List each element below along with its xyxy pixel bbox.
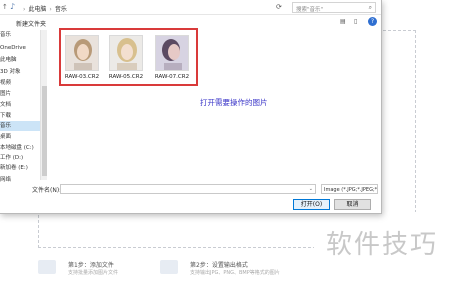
breadcrumb[interactable]: › 此电脑 › 音乐 xyxy=(20,4,67,13)
sidebar-item-pictures[interactable]: 图片 xyxy=(0,89,11,99)
search-input[interactable]: 搜索"音乐" ⌕ xyxy=(292,2,376,13)
help-icon[interactable]: ? xyxy=(368,17,377,26)
file-name[interactable]: RAW-05.CR2 xyxy=(106,74,146,80)
file-thumbnail[interactable] xyxy=(155,35,189,71)
search-placeholder: 搜索"音乐" xyxy=(296,7,324,13)
search-icon: ⌕ xyxy=(368,4,372,11)
instruction-annotation: 打开需要操作的图片 xyxy=(200,98,268,107)
sidebar-item-documents[interactable]: 文档 xyxy=(0,100,11,110)
file-thumbnail[interactable] xyxy=(109,35,143,71)
view-options-icon[interactable]: ▤ xyxy=(340,18,346,25)
step-2-desc: 支持输出JPG、PNG、BMP等格式的图片 xyxy=(190,270,280,276)
file-name[interactable]: RAW-07.CR2 xyxy=(152,74,192,80)
sidebar-item-drive-c[interactable]: 本地磁盘 (C:) xyxy=(0,143,34,153)
chevron-right-icon: › xyxy=(49,6,52,13)
chevron-down-icon[interactable]: ⌄ xyxy=(309,186,313,192)
music-note-icon: ♪ xyxy=(10,2,16,11)
up-arrow-icon[interactable]: ↑ xyxy=(2,3,8,11)
dialog-footer: 文件名(N): ⌄ Image (*.JPG;*.JPEG;*.PNG;*. 打… xyxy=(0,181,381,213)
file-type-select[interactable]: Image (*.JPG;*.JPEG;*.PNG;*. xyxy=(321,184,378,194)
sidebar-item-videos[interactable]: 视频 xyxy=(0,78,11,88)
portrait-image-icon xyxy=(156,36,188,70)
file-thumbnail[interactable] xyxy=(65,35,99,71)
sidebar-item-drive-e[interactable]: 新加卷 (E:) xyxy=(0,163,28,173)
address-bar: ↑ ♪ › 此电脑 › 音乐 ⟳ 搜索"音乐" ⌕ xyxy=(0,0,381,15)
output-format-icon xyxy=(160,260,178,274)
step-2-title: 第2步：设置输出格式 xyxy=(190,262,248,269)
open-file-dialog: ↑ ♪ › 此电脑 › 音乐 ⟳ 搜索"音乐" ⌕ 新建文件夹 ▤ ▯ ? 音乐 On… xyxy=(0,0,382,214)
sidebar-item-this-pc[interactable]: 此电脑 xyxy=(0,55,17,65)
watermark: 软件技巧 xyxy=(314,212,450,278)
sidebar-item-desktop[interactable]: 桌面 xyxy=(0,132,11,142)
sidebar-item-music-quick[interactable]: 音乐 xyxy=(0,30,11,40)
open-button[interactable]: 打开(O) xyxy=(293,199,330,210)
portrait-image-icon xyxy=(66,36,98,70)
sidebar-item-3d-objects[interactable]: 3D 对象 xyxy=(0,67,20,77)
sidebar-item-music[interactable]: 音乐 xyxy=(0,121,40,131)
sidebar-scrollbar[interactable] xyxy=(40,30,47,180)
filename-label: 文件名(N): xyxy=(32,187,62,194)
navigation-pane: 音乐 OneDrive 此电脑 3D 对象 视频 图片 文档 下载 音乐 桌面 … xyxy=(0,30,40,183)
new-folder-button[interactable]: 新建文件夹 xyxy=(16,19,46,28)
chevron-right-icon: › xyxy=(23,6,26,13)
filename-input[interactable]: ⌄ xyxy=(60,184,316,194)
breadcrumb-music[interactable]: 音乐 xyxy=(55,6,67,13)
preview-pane-icon[interactable]: ▯ xyxy=(354,18,357,25)
toolbar: 新建文件夹 ▤ ▯ ? xyxy=(0,16,381,28)
scrollbar-thumb[interactable] xyxy=(42,86,47,176)
sidebar-item-downloads[interactable]: 下载 xyxy=(0,111,11,121)
step-1-title: 第1步：添加文件 xyxy=(68,262,114,269)
step-1-desc: 支持批量添加图片文件 xyxy=(68,270,119,276)
sidebar-item-drive-d[interactable]: 工作 (D:) xyxy=(0,153,23,163)
add-file-icon xyxy=(38,260,56,274)
cancel-button[interactable]: 取消 xyxy=(334,199,371,210)
sidebar-item-onedrive[interactable]: OneDrive xyxy=(0,43,26,53)
refresh-icon[interactable]: ⟳ xyxy=(276,3,282,11)
portrait-image-icon xyxy=(110,36,142,70)
breadcrumb-this-pc[interactable]: 此电脑 xyxy=(28,6,46,13)
file-name[interactable]: RAW-03.CR2 xyxy=(62,74,102,80)
